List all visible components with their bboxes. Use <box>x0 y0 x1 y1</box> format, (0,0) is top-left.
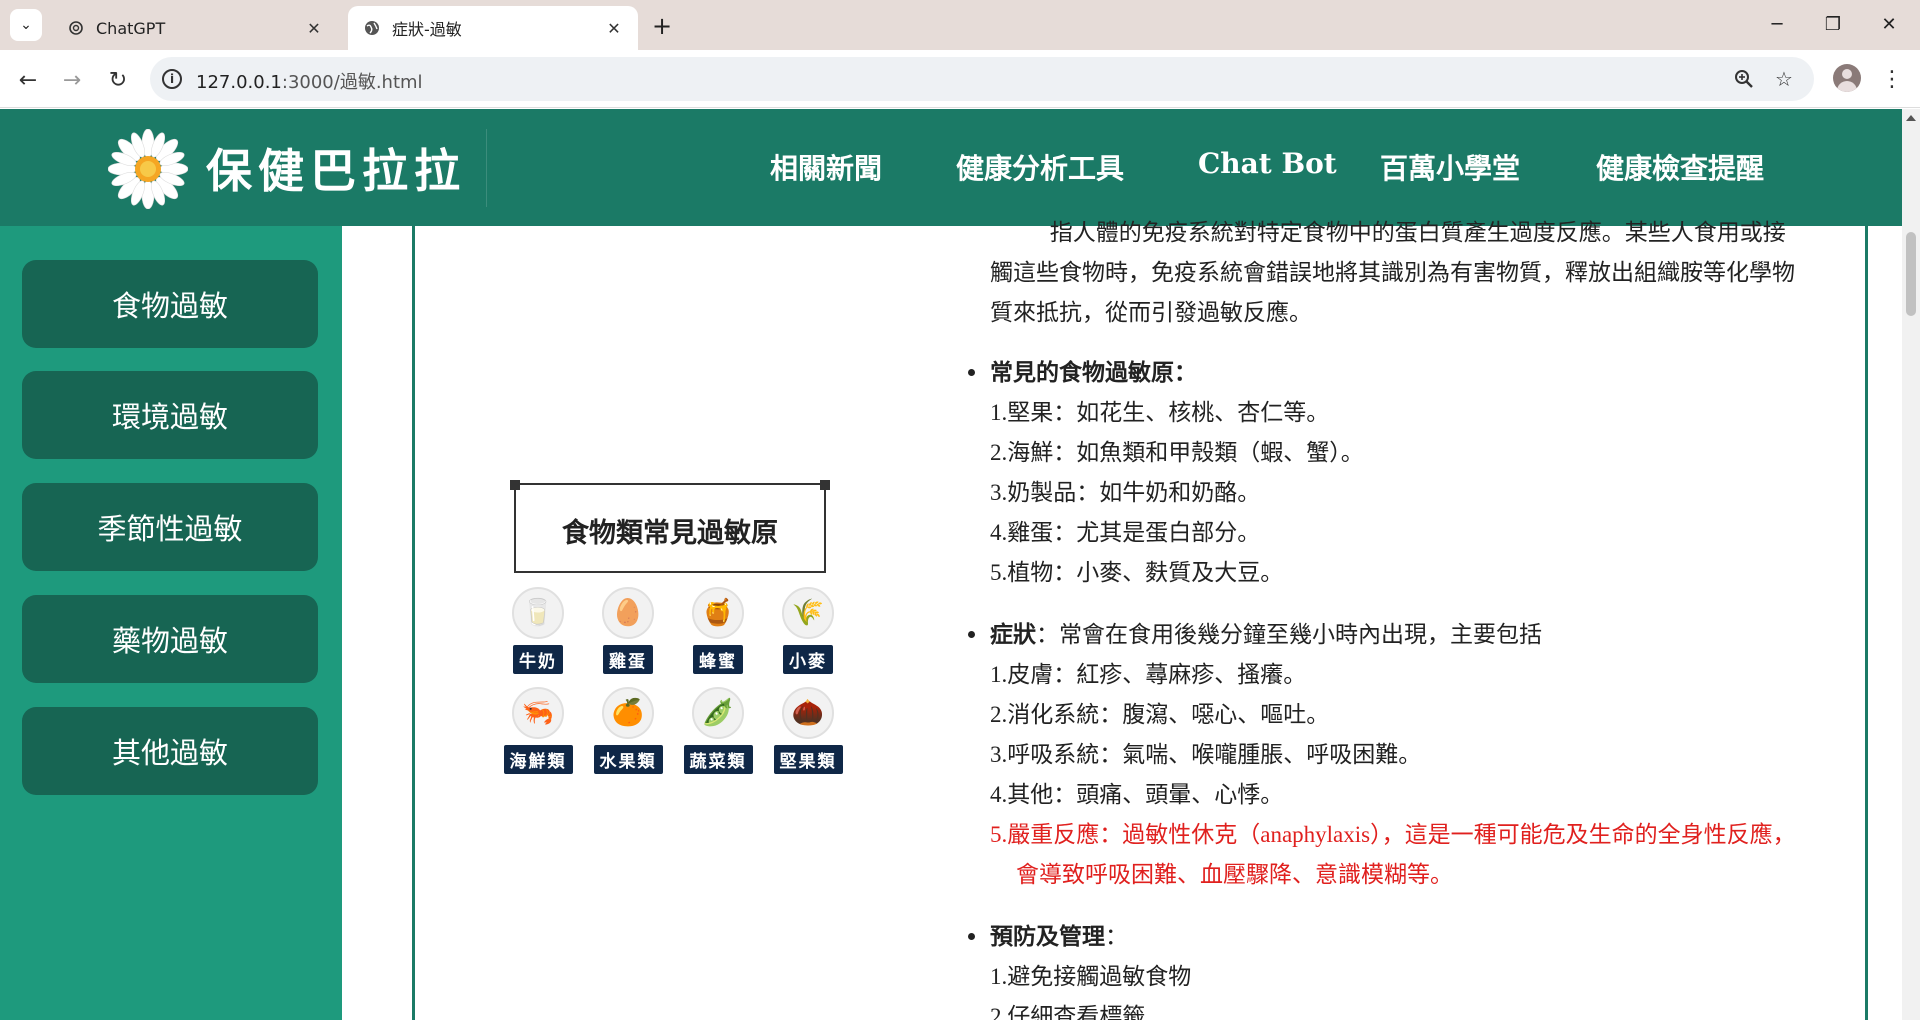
nav-checkup-reminder[interactable]: 健康檢查提醒 <box>1596 147 1764 187</box>
more-menu-icon[interactable]: ⋮ <box>1880 64 1904 94</box>
food-honey: 🍯 蜂蜜 <box>678 587 758 674</box>
sidebar-item-drug-allergy[interactable]: 藥物過敏 <box>22 595 318 683</box>
list-item: 5.植物：小麥、麩質及大豆。 <box>990 560 1284 585</box>
illustration-title: 食物類常見過敏原 <box>562 518 778 549</box>
bookmark-star-icon[interactable]: ☆ <box>1772 67 1796 91</box>
pea-icon: 🫛 <box>692 687 744 739</box>
food-allergen-illustration: 食物類常見過敏原 🥛 牛奶 🥚 雞蛋 🍯 蜂蜜 🌾 小麥 🦐 海鮮類 🍊 水果類 🫛 蔬菜類 … <box>478 469 868 789</box>
sidebar: 食物過敏 環境過敏 季節性過敏 藥物過敏 其他過敏 <box>0 226 342 1020</box>
header-divider <box>486 129 487 207</box>
restore-icon[interactable]: ❐ <box>1811 8 1855 40</box>
url-text[interactable]: 127.0.0.1:3000/過敏.html <box>196 68 423 94</box>
shrimp-icon: 🦐 <box>512 687 564 739</box>
window-close-icon[interactable]: ✕ <box>1867 8 1911 40</box>
daisy-logo-icon[interactable] <box>107 128 189 210</box>
browser-toolbar: ← → ↻ i 127.0.0.1:3000/過敏.html ☆ ⋮ <box>0 50 1920 108</box>
new-tab-plus-icon[interactable]: + <box>648 12 676 40</box>
nav-chat-bot[interactable]: Chat Bot <box>1198 147 1337 180</box>
nut-icon: 🌰 <box>782 687 834 739</box>
sidebar-item-environment-allergy[interactable]: 環境過敏 <box>22 371 318 459</box>
sidebar-item-food-allergy[interactable]: 食物過敏 <box>22 260 318 348</box>
site-logo-text[interactable]: 保健巴拉拉 <box>206 135 466 201</box>
allergens-section: 常見的食物過敏原： 1.堅果：如花生、核桃、杏仁等。 2.海鮮：如魚類和甲殼類（… <box>968 353 1800 593</box>
forward-arrow-icon[interactable]: → <box>56 64 88 96</box>
orange-icon: 🍊 <box>602 687 654 739</box>
tab-allergy[interactable]: 症狀-過敏 ✕ <box>348 6 638 50</box>
egg-icon: 🥚 <box>602 587 654 639</box>
list-item: 3.呼吸系統：氣喘、喉嚨腫脹、呼吸困難。 <box>990 742 1422 767</box>
list-item: 2.海鮮：如魚類和甲殼類（蝦、蟹）。 <box>990 440 1364 465</box>
back-arrow-icon[interactable]: ← <box>12 64 44 96</box>
site-info-icon[interactable]: i <box>162 69 182 89</box>
food-wheat: 🌾 小麥 <box>768 587 848 674</box>
food-egg: 🥚 雞蛋 <box>588 587 668 674</box>
intro-paragraph: 指人體的免疫系統對特定食物中的蛋白質產生過度反應。某些人食用或接觸這些食物時，免… <box>990 220 1795 325</box>
tab-chatgpt[interactable]: ChatGPT ✕ <box>52 6 338 50</box>
list-item: 2.仔細查看標籤 <box>990 1004 1146 1020</box>
close-icon[interactable]: ✕ <box>604 18 624 38</box>
nav-news[interactable]: 相關新聞 <box>770 147 882 187</box>
address-bar[interactable]: i 127.0.0.1:3000/過敏.html ☆ <box>150 57 1814 101</box>
food-seafood: 🦐 海鮮類 <box>498 687 578 774</box>
wheat-icon: 🌾 <box>782 587 834 639</box>
prevention-heading: 預防及管理： <box>968 917 1800 957</box>
page-scrollbar[interactable] <box>1902 109 1920 1020</box>
tab-label: 症狀-過敏 <box>392 20 462 39</box>
honey-icon: 🍯 <box>692 587 744 639</box>
reload-icon[interactable]: ↻ <box>102 64 134 96</box>
globe-icon <box>362 18 382 38</box>
profile-avatar[interactable] <box>1833 64 1861 92</box>
allergens-heading: 常見的食物過敏原： <box>968 353 1800 393</box>
tab-label: ChatGPT <box>96 18 166 38</box>
prevention-section: 預防及管理： 1.避免接觸過敏食物 2.仔細查看標籤 <box>968 917 1800 1020</box>
milk-icon: 🥛 <box>512 587 564 639</box>
symptoms-section: 症狀：常會在食用後幾分鐘至幾小時內出現，主要包括 1.皮膚：紅疹、蕁麻疹、搔癢。… <box>968 615 1800 895</box>
food-milk: 🥛 牛奶 <box>498 587 578 674</box>
food-vegetable: 🫛 蔬菜類 <box>678 687 758 774</box>
nav-classroom[interactable]: 百萬小學堂 <box>1380 147 1520 187</box>
tab-strip: ⌄ ChatGPT ✕ 症狀-過敏 ✕ + ─ ❐ ✕ <box>0 0 1920 50</box>
list-item: 1.皮膚：紅疹、蕁麻疹、搔癢。 <box>990 662 1307 687</box>
food-fruit: 🍊 水果類 <box>588 687 668 774</box>
food-nut: 🌰 堅果類 <box>768 687 848 774</box>
list-item: 3.奶製品：如牛奶和奶酪。 <box>990 480 1261 505</box>
symptoms-heading: 症狀：常會在食用後幾分鐘至幾小時內出現，主要包括 <box>968 615 1800 655</box>
sidebar-item-seasonal-allergy[interactable]: 季節性過敏 <box>22 483 318 571</box>
list-item: 1.堅果：如花生、核桃、杏仁等。 <box>990 400 1330 425</box>
chatgpt-icon <box>66 18 86 38</box>
tab-search-chevron-icon[interactable]: ⌄ <box>10 9 42 41</box>
scroll-up-arrow-icon[interactable] <box>1906 115 1916 121</box>
zoom-icon[interactable] <box>1732 67 1756 91</box>
scrollbar-thumb[interactable] <box>1906 232 1916 316</box>
list-item: 1.避免接觸過敏食物 <box>990 964 1192 989</box>
minimize-icon[interactable]: ─ <box>1755 8 1799 40</box>
illustration-banner: 食物類常見過敏原 <box>510 480 830 573</box>
web-page: 保健巴拉拉 相關新聞 健康分析工具 Chat Bot 百萬小學堂 健康檢查提醒 … <box>0 109 1902 1020</box>
sidebar-item-other-allergy[interactable]: 其他過敏 <box>22 707 318 795</box>
list-item: 4.雞蛋：尤其是蛋白部分。 <box>990 520 1261 545</box>
close-icon[interactable]: ✕ <box>304 18 324 38</box>
list-item: 2.消化系統：腹瀉、噁心、嘔吐。 <box>990 702 1330 727</box>
severe-reaction-item: 5.嚴重反應：過敏性休克（anaphylaxis），這是一種可能危及生命的全身性… <box>990 822 1796 887</box>
nav-health-tools[interactable]: 健康分析工具 <box>956 147 1124 187</box>
list-item: 4.其他：頭痛、頭暈、心悸。 <box>990 782 1284 807</box>
